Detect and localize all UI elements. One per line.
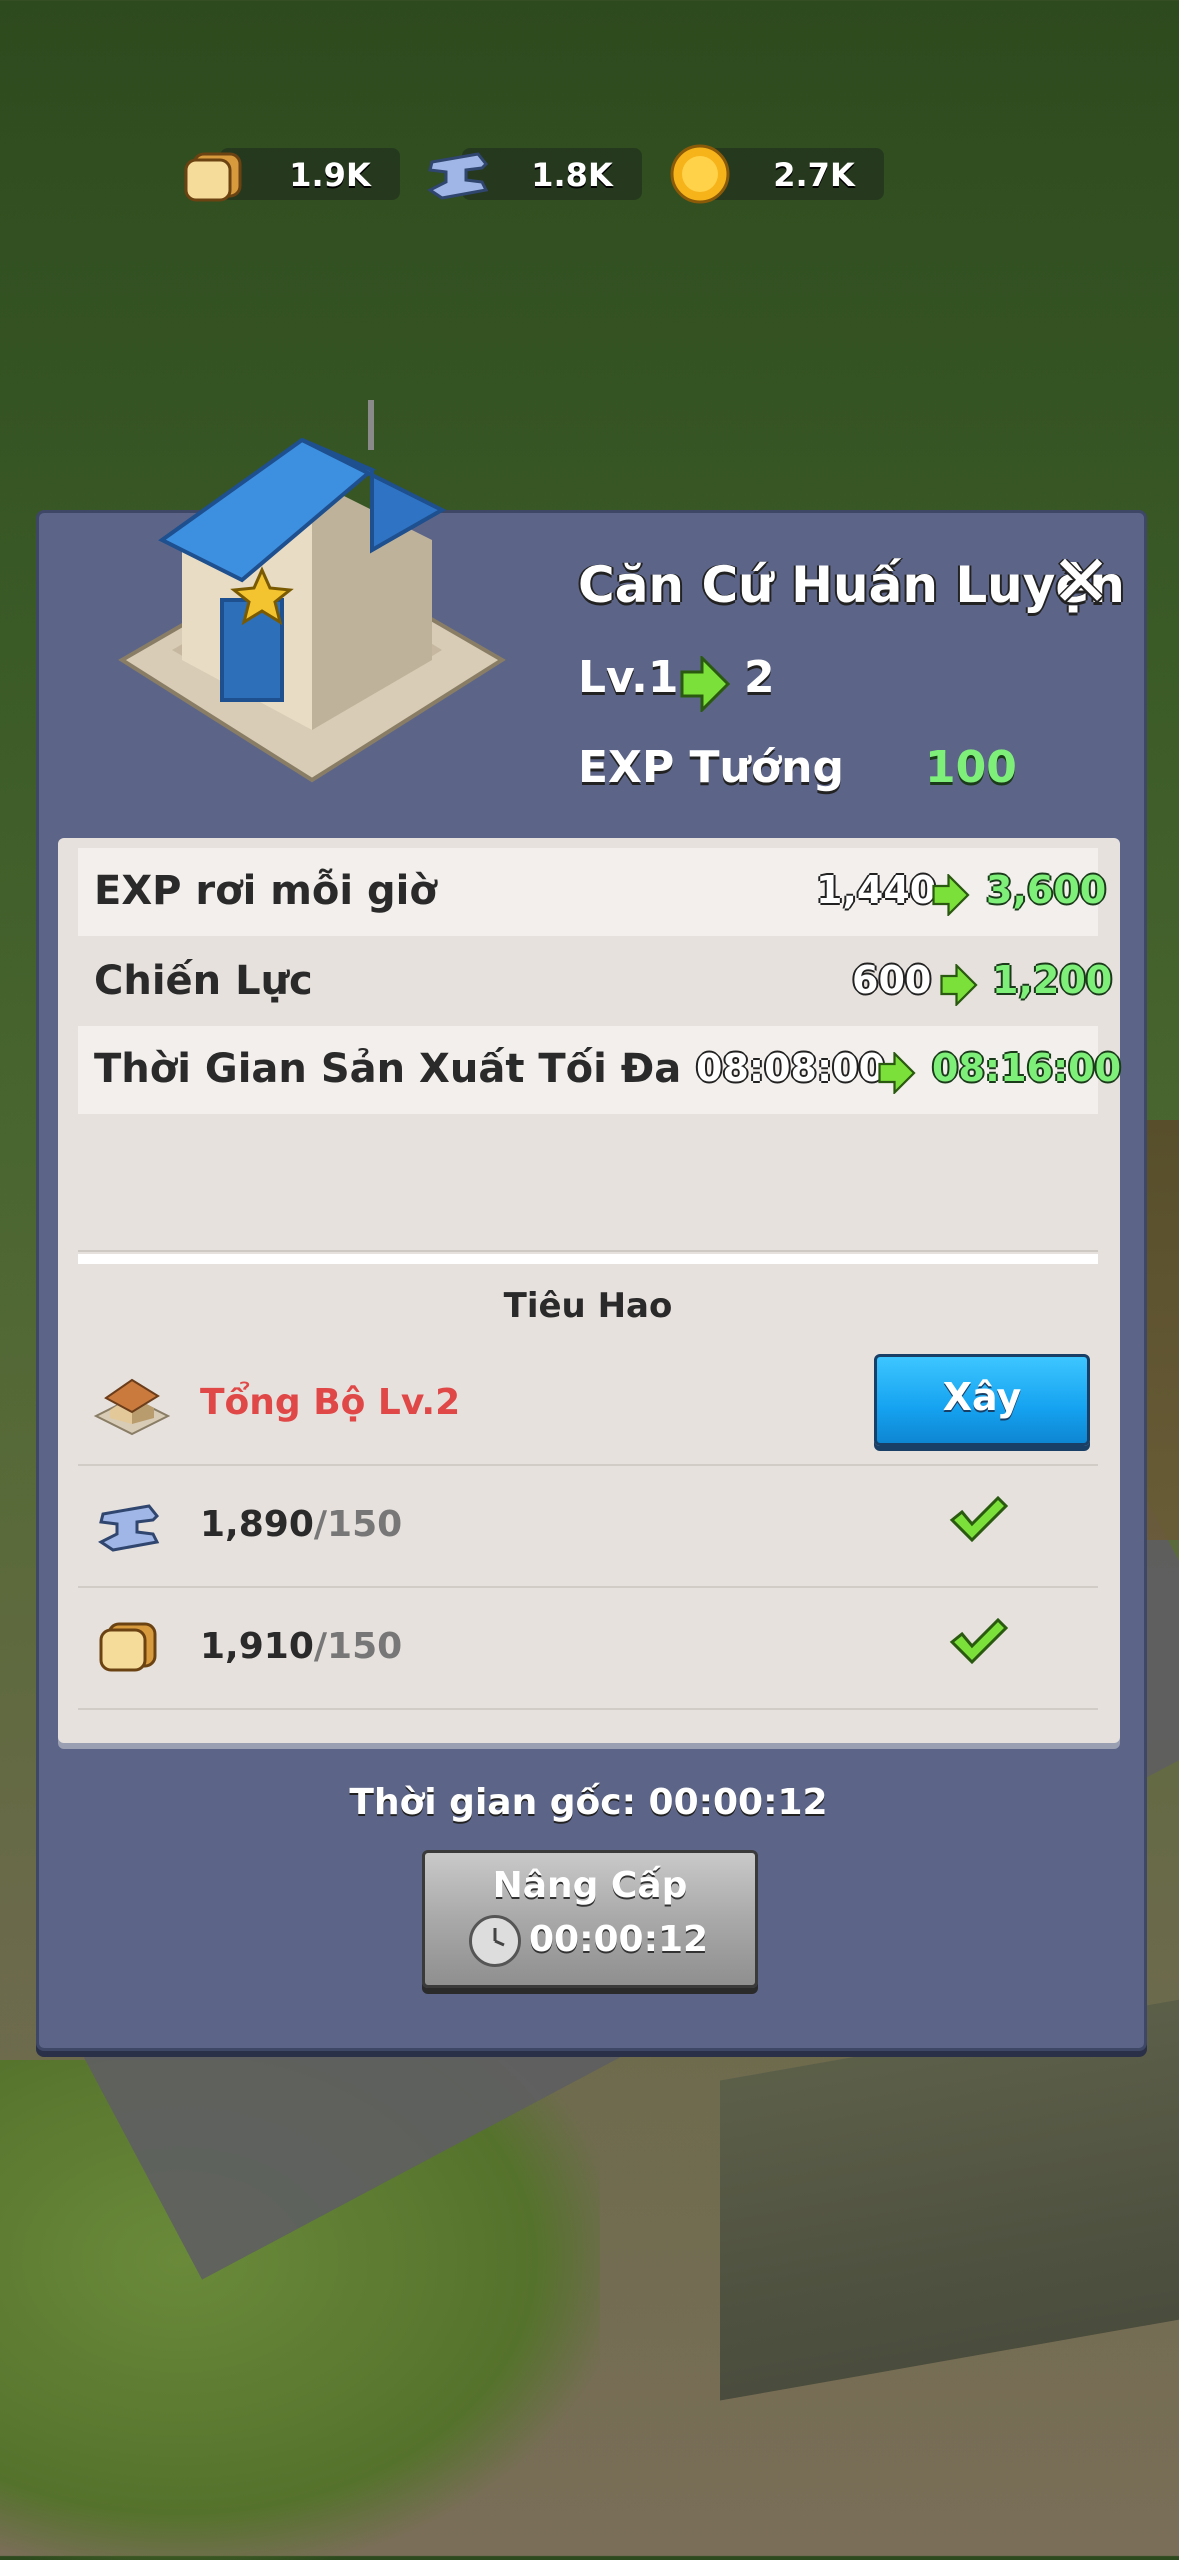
base-time-label: Thời gian gốc: 00:00:12: [349, 1782, 828, 1823]
bread-icon: [99, 1622, 157, 1672]
resource-bread[interactable]: 1.9K: [180, 148, 400, 202]
exp-label: EXP Tướng: [578, 742, 844, 793]
stat-row: Chiến Lực 600 1,200: [78, 938, 1112, 1026]
close-button[interactable]: ✕: [1046, 545, 1116, 617]
arrow-right-icon: [940, 964, 978, 1006]
arrow-right-icon: [932, 874, 970, 916]
cost-need: /150: [313, 1504, 403, 1545]
stat-from: 600: [852, 958, 932, 1002]
cost-row-iron: 1,890/150: [78, 1464, 1098, 1588]
requirement-label: Tổng Bộ Lv.2: [200, 1382, 461, 1423]
level-to: 2: [744, 652, 775, 703]
gold-coin-icon: [670, 144, 730, 204]
stat-to: 1,200: [992, 958, 1113, 1002]
cost-need: /150: [313, 1626, 403, 1667]
cost-have: 1,890: [200, 1504, 314, 1545]
stat-label: Thời Gian Sản Xuất Tối Đa: [94, 1046, 682, 1092]
divider-line: [78, 1250, 1098, 1252]
cost-section-title: Tiêu Hao: [503, 1286, 673, 1326]
exp-value: 100: [925, 742, 1017, 793]
divider: [78, 1254, 1098, 1264]
stat-to: 3,600: [986, 868, 1107, 912]
arrow-right-icon: [878, 1052, 916, 1094]
stat-row: Thời Gian Sản Xuất Tối Đa 08:08:00 08:16…: [78, 1026, 1121, 1114]
upgrade-time: 00:00:12: [529, 1919, 709, 1960]
resource-iron[interactable]: 1.8K: [422, 148, 642, 200]
stat-to: 08:16:00: [932, 1046, 1122, 1090]
stat-row: EXP rơi mỗi giờ 1,440 3,600: [78, 848, 1106, 936]
checkmark-icon: [949, 1495, 1008, 1543]
cost-amount: 1,910/150: [200, 1626, 402, 1667]
resource-gold[interactable]: 2.7K: [664, 144, 884, 204]
iron-ingot-icon: [427, 152, 489, 200]
stat-from: 08:08:00: [696, 1046, 886, 1090]
cost-have: 1,910: [200, 1626, 314, 1667]
cost-row-bread: 1,910/150: [78, 1586, 1098, 1710]
upgrade-button[interactable]: Nâng Cấp 00:00:12: [422, 1850, 758, 1988]
background-building: [720, 1999, 1179, 2401]
resource-value: 1.9K: [289, 156, 371, 194]
bread-icon: [184, 152, 242, 202]
stat-label: EXP rơi mỗi giờ: [94, 868, 437, 914]
resource-value: 2.7K: [773, 156, 855, 194]
upgrade-label: Nâng Cấp: [492, 1865, 688, 1906]
build-button[interactable]: Xây: [874, 1354, 1090, 1446]
cost-amount: 1,890/150: [200, 1504, 402, 1545]
level-from: Lv.1: [578, 652, 679, 703]
checkmark-icon: [949, 1617, 1008, 1665]
iron-ingot-icon: [98, 1504, 160, 1552]
headquarters-icon: [93, 1378, 171, 1436]
training-base-building-image: [118, 400, 506, 783]
arrow-right-icon: [680, 656, 730, 712]
stat-from: 1,440: [816, 868, 937, 912]
stat-label: Chiến Lực: [94, 958, 313, 1004]
building-title: Căn Cứ Huấn Luyện: [578, 556, 1125, 614]
resource-value: 1.8K: [531, 156, 613, 194]
clock-icon: [469, 1915, 521, 1967]
